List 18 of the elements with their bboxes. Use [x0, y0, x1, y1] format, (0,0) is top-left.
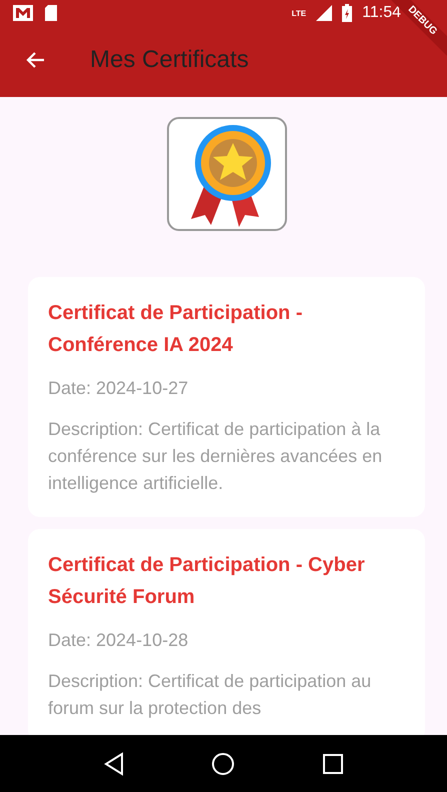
- certificate-description: Description: Certificat de participation au forum sur la protection des: [48, 670, 372, 720]
- recents-nav-icon[interactable]: [322, 752, 344, 774]
- page-title: Mes Certificats: [90, 46, 249, 74]
- network-type: LTE: [292, 8, 306, 18]
- mail-icon: [12, 4, 34, 22]
- certificate-title: Certificat de Participation - Cyber Sécurité Forum: [48, 553, 366, 610]
- signal-icon: [316, 5, 332, 21]
- home-nav-icon[interactable]: [210, 752, 234, 776]
- battery-icon: [342, 4, 352, 22]
- certificate-date: Date: 2024-10-27: [48, 377, 190, 400]
- certificate-title: Certificat de Participation - Conférence IA 2024: [48, 301, 304, 358]
- certificate-card[interactable]: Certificat de Participation - Conférence IA 2024 Date: 2024-10-27 Description: Certificat de participation à la conférence sur les dernières avancées en intelligence artificielle.: [28, 277, 425, 517]
- status-time: 11:54: [362, 4, 401, 22]
- sd-card-icon: [44, 4, 58, 22]
- certificate-description: Description: Certificat de participation à la conférence sur les dernières avancées en intelligence artificielle.: [48, 418, 384, 495]
- certificate-date: Date: 2024-10-28: [48, 629, 190, 652]
- certificate-card[interactable]: Certificat de Participation - Cyber Sécurité Forum Date: 2024-10-28 Description: Certificat de participation au forum sur la protection des: [28, 529, 425, 735]
- back-nav-icon[interactable]: [104, 752, 124, 776]
